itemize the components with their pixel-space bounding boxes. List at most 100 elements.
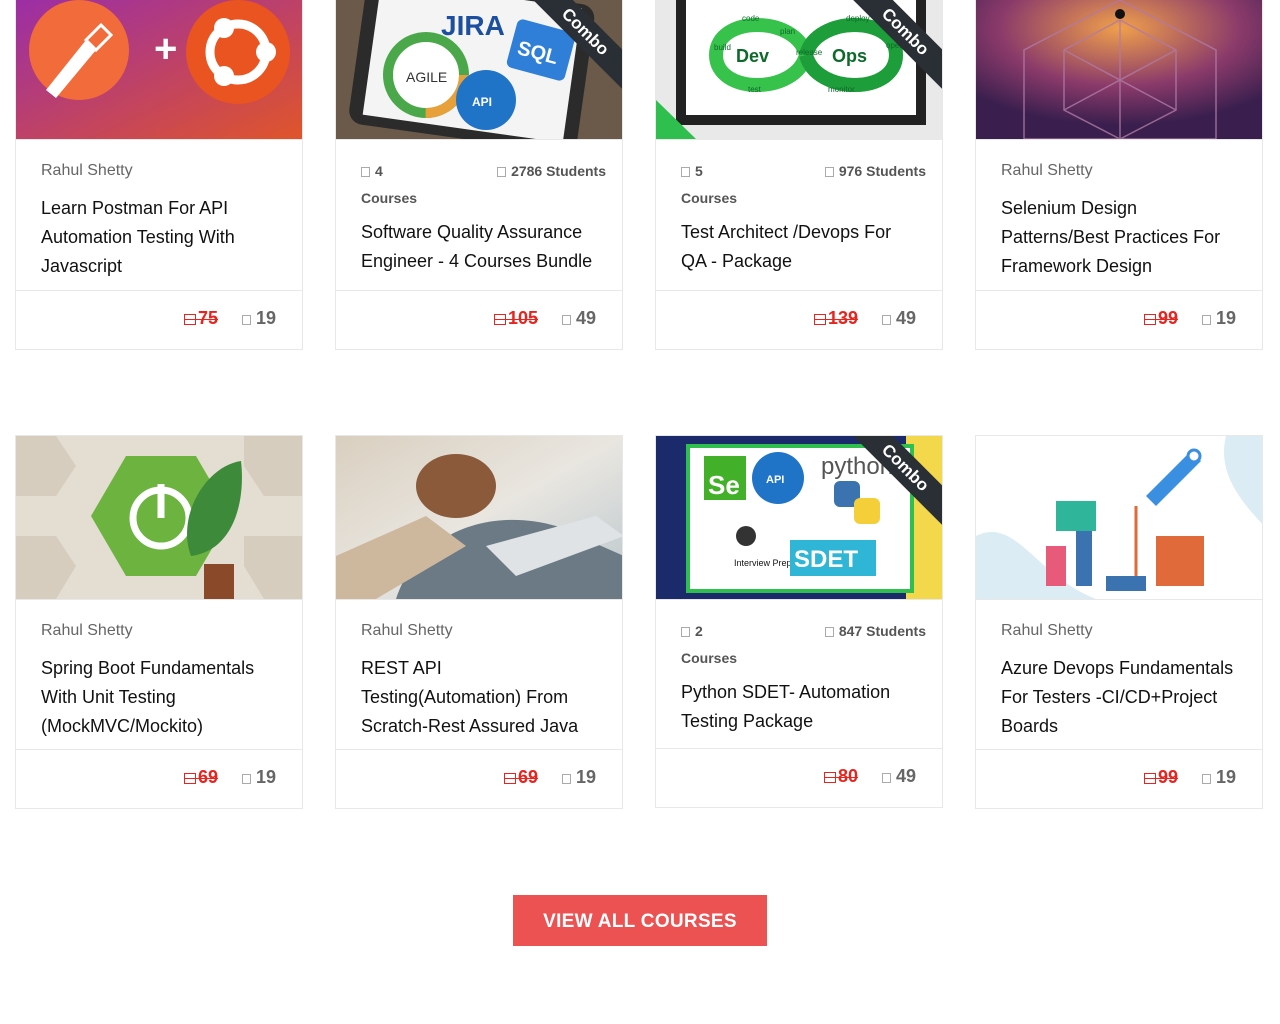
course-card[interactable]: + Rahul Shetty Learn Postman For API Aut… <box>15 0 303 350</box>
course-title[interactable]: Spring Boot Fundamentals With Unit Testi… <box>41 654 277 741</box>
course-thumbnail[interactable]: Dev Ops code deploy build plan release o… <box>656 0 942 140</box>
course-meta: 4 Courses 2786 Students <box>361 158 606 212</box>
currency-icon <box>493 314 506 325</box>
course-card[interactable]: JIRA AGILE SQL API Combo 4 Courses 2786 S… <box>335 0 623 350</box>
lessons-icon <box>1201 774 1211 784</box>
svg-text:Dev: Dev <box>736 46 769 66</box>
course-footer: 75 19 <box>16 290 302 349</box>
course-thumbnail[interactable] <box>16 436 302 600</box>
course-meta: 2 Courses 847 Students <box>681 618 926 672</box>
course-thumbnail[interactable] <box>976 436 1262 600</box>
course-footer: 69 19 <box>336 749 622 808</box>
course-lessons: 19 <box>1201 308 1236 329</box>
course-title[interactable]: Learn Postman For API Automation Testing… <box>41 194 277 281</box>
selenium-patterns-image <box>976 0 1262 139</box>
lessons-icon <box>881 773 891 783</box>
course-lessons: 19 <box>1201 767 1236 788</box>
course-card[interactable]: Rahul Shetty Spring Boot Fundamentals Wi… <box>15 435 303 809</box>
user-icon <box>824 167 834 177</box>
course-author: Rahul Shetty <box>1001 622 1093 639</box>
course-footer: 99 19 <box>976 290 1262 349</box>
lessons-icon <box>241 774 251 784</box>
svg-text:monitor: monitor <box>828 85 855 94</box>
course-title[interactable]: Azure Devops Fundamentals For Testers -C… <box>1001 654 1237 741</box>
course-author: Rahul Shetty <box>41 622 133 639</box>
course-footer: 69 19 <box>16 749 302 808</box>
svg-text:SDET: SDET <box>794 546 858 573</box>
course-lessons: 49 <box>881 766 916 787</box>
course-thumbnail[interactable]: + <box>16 0 302 140</box>
course-lessons: 19 <box>241 308 276 329</box>
course-card[interactable]: Rahul Shetty Azure Devops Fundamentals F… <box>975 435 1263 809</box>
spring-boot-image <box>16 436 302 599</box>
course-lessons: 49 <box>561 308 596 329</box>
course-thumbnail[interactable]: Se API python Interview Preparation SDET… <box>656 436 942 600</box>
postman-ubuntu-image: + <box>16 0 302 139</box>
course-footer: 139 49 <box>656 290 942 349</box>
students-count: 2786 Students <box>497 158 606 185</box>
course-thumbnail[interactable] <box>336 436 622 600</box>
svg-text:Se: Se <box>708 470 740 500</box>
course-thumbnail[interactable] <box>976 0 1262 140</box>
course-footer: 80 49 <box>656 748 942 807</box>
course-price: 139 <box>813 308 858 329</box>
course-thumbnail[interactable]: JIRA AGILE SQL API Combo <box>336 0 622 140</box>
course-price: 105 <box>493 308 538 329</box>
course-price: 80 <box>823 766 858 787</box>
currency-icon <box>1143 773 1156 784</box>
course-author: Rahul Shetty <box>41 162 133 179</box>
user-icon <box>824 627 834 637</box>
course-title[interactable]: Selenium Design Patterns/Best Practices … <box>1001 194 1237 281</box>
course-price: 75 <box>183 308 218 329</box>
book-icon <box>361 167 370 177</box>
lessons-icon <box>1201 315 1211 325</box>
course-author: Rahul Shetty <box>1001 162 1093 179</box>
course-card[interactable]: Se API python Interview Preparation SDET… <box>655 435 943 808</box>
lessons-icon <box>881 315 891 325</box>
svg-text:deploy: deploy <box>846 14 870 23</box>
course-title[interactable]: Python SDET- Automation Testing Package <box>681 678 917 736</box>
currency-icon <box>183 773 196 784</box>
svg-text:Ops: Ops <box>832 46 867 66</box>
svg-text:test: test <box>748 85 762 94</box>
course-price: 99 <box>1143 308 1178 329</box>
svg-text:AGILE: AGILE <box>406 69 447 85</box>
course-card[interactable]: Dev Ops code deploy build plan release o… <box>655 0 943 350</box>
course-title[interactable]: Software Quality Assurance Engineer - 4 … <box>361 218 597 276</box>
course-lessons: 19 <box>561 767 596 788</box>
course-footer: 99 19 <box>976 749 1262 808</box>
currency-icon <box>823 772 836 783</box>
currency-icon <box>1143 314 1156 325</box>
course-title[interactable]: Test Architect /Devops For QA - Package <box>681 218 917 276</box>
course-price: 69 <box>183 767 218 788</box>
currency-icon <box>503 773 516 784</box>
svg-text:+: + <box>154 27 177 71</box>
svg-text:build: build <box>714 43 731 52</box>
course-lessons: 49 <box>881 308 916 329</box>
students-count: 976 Students <box>824 158 926 185</box>
course-price: 69 <box>503 767 538 788</box>
svg-text:JIRA: JIRA <box>441 10 505 41</box>
currency-icon <box>183 314 196 325</box>
azure-devops-image <box>976 436 1262 599</box>
lessons-icon <box>561 315 571 325</box>
svg-text:API: API <box>472 95 492 109</box>
svg-text:release: release <box>796 48 823 57</box>
course-card[interactable]: Rahul Shetty REST API Testing(Automation… <box>335 435 623 809</box>
course-price: 99 <box>1143 767 1178 788</box>
lessons-icon <box>561 774 571 784</box>
courses-count: 2 Courses <box>681 623 738 666</box>
lessons-icon <box>241 315 251 325</box>
book-icon <box>681 627 690 637</box>
svg-text:API: API <box>766 474 784 486</box>
course-footer: 105 49 <box>336 290 622 349</box>
courses-count: 4 Courses <box>361 163 418 206</box>
svg-text:plan: plan <box>780 27 795 36</box>
book-icon <box>681 167 690 177</box>
view-all-courses-button[interactable]: VIEW ALL COURSES <box>513 895 767 946</box>
course-card[interactable]: Rahul Shetty Selenium Design Patterns/Be… <box>975 0 1263 350</box>
user-icon <box>497 167 507 177</box>
rest-api-image <box>336 436 622 599</box>
courses-count: 5 Courses <box>681 163 738 206</box>
course-title[interactable]: REST API Testing(Automation) From Scratc… <box>361 654 597 741</box>
